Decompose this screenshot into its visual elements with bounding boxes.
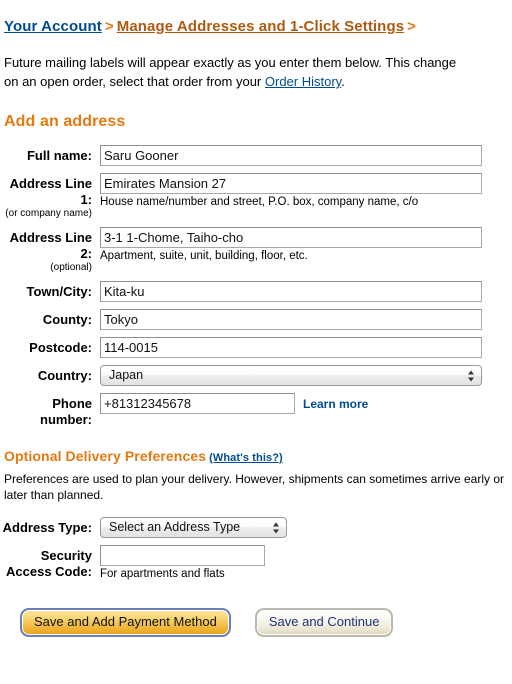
label-postcode: Postcode: <box>29 340 92 355</box>
delivery-preferences-heading: Optional Delivery Preferences (What's thi… <box>4 448 512 464</box>
full-name-input[interactable] <box>100 145 482 166</box>
field-line-full-name <box>100 145 512 166</box>
phone-number-input[interactable] <box>100 393 295 414</box>
delivery-preferences-note: Preferences are used to plan your delive… <box>4 472 504 502</box>
form-row-county: County: <box>0 309 512 330</box>
intro-paragraph: Future mailing labels will appear exactl… <box>4 53 512 91</box>
field-address-line-1: House name/number and street, P.O. box, … <box>100 173 512 210</box>
address-line-2-input[interactable] <box>100 227 482 248</box>
form-row-town-city: Town/City: <box>0 281 512 302</box>
label-address-type: Address Type: <box>2 520 92 535</box>
field-security-access-code: For apartments and flats <box>100 545 512 582</box>
learn-more-link[interactable]: Learn more <box>303 397 368 411</box>
field-line-address-line-2 <box>100 227 512 248</box>
order-history-link[interactable]: Order History <box>265 74 341 89</box>
save-and-continue-button[interactable]: Save and Continue <box>254 608 394 637</box>
field-country: Japan <box>100 365 512 386</box>
field-phone-number: Learn more <box>100 393 512 414</box>
label-address-line-1: Address Line 1: (or company name) <box>0 173 100 220</box>
page-title: Add an address <box>4 113 126 130</box>
security-access-code-input[interactable] <box>100 545 265 566</box>
field-town-city <box>100 281 512 302</box>
field-line-town-city <box>100 281 512 302</box>
label-country: Country: <box>37 368 92 383</box>
intro-line-1: Future mailing labels will appear exactl… <box>4 55 457 70</box>
label-county: County: <box>42 312 92 327</box>
country-select-value: Japan <box>109 368 144 382</box>
field-county <box>100 309 512 330</box>
delivery-preferences-heading-text: Optional Delivery Preferences <box>4 448 207 464</box>
form-row-country: Country: Japan <box>0 365 512 386</box>
hint-address-line-2: Apartment, suite, unit, building, floor,… <box>100 250 308 262</box>
form-row-address-line-2: Address Line 2: (optional) Apartment, su… <box>0 227 512 274</box>
breadcrumb-separator-2: > <box>407 18 417 35</box>
label-full-name: Full name: <box>26 148 92 163</box>
form-actions: Save and Add Payment Method Save and Con… <box>20 608 512 637</box>
form-row-address-line-1: Address Line 1: (or company name) House … <box>0 173 512 220</box>
save-and-add-payment-method-button[interactable]: Save and Add Payment Method <box>20 608 231 637</box>
breadcrumb-link-manage-addresses[interactable]: Manage Addresses and 1-Click Settings <box>117 18 404 35</box>
chevron-up-down-icon <box>468 369 475 382</box>
label-address-line-2-text: Address Line 2: <box>9 230 92 261</box>
address-type-select-value: Select an Address Type <box>109 520 241 534</box>
field-line-address-line-1 <box>100 173 512 194</box>
field-line-county <box>100 309 512 330</box>
county-input[interactable] <box>100 309 482 330</box>
field-line-postcode <box>100 337 512 358</box>
label-phone-number: Phone number: <box>40 396 92 427</box>
town-city-input[interactable] <box>100 281 482 302</box>
label-security-access-code: Security Access Code: <box>6 548 92 579</box>
label-address-line-2: Address Line 2: (optional) <box>0 227 100 274</box>
address-type-select[interactable]: Select an Address Type <box>100 517 287 538</box>
page-container: Your Account > Manage Addresses and 1-Clic… <box>0 0 512 637</box>
form-row-address-type: Address Type: Select an Address Type <box>0 517 512 538</box>
label-address-line-1-sub: (or company name) <box>5 208 92 219</box>
form-row-phone-number: Phone number: Learn more <box>0 393 512 428</box>
form-row-security-access-code: Security Access Code: For apartments and… <box>0 545 512 582</box>
field-line-country: Japan <box>100 365 512 386</box>
form-row-postcode: Postcode: <box>0 337 512 358</box>
field-line-phone-number: Learn more <box>100 393 512 414</box>
breadcrumb-separator-1: > <box>104 18 114 35</box>
label-address-line-2-sub: (optional) <box>50 262 92 273</box>
intro-line-2-after: . <box>341 74 345 89</box>
address-line-1-input[interactable] <box>100 173 482 194</box>
label-town-city: Town/City: <box>26 284 92 299</box>
label-address-line-1-text: Address Line 1: <box>9 176 92 207</box>
field-address-type: Select an Address Type <box>100 517 512 538</box>
field-line-address-type: Select an Address Type <box>100 517 512 538</box>
breadcrumb: Your Account > Manage Addresses and 1-Clic… <box>0 0 512 35</box>
postcode-input[interactable] <box>100 337 482 358</box>
hint-address-line-1: House name/number and street, P.O. box, … <box>100 196 419 208</box>
breadcrumb-link-your-account[interactable]: Your Account <box>4 18 102 35</box>
field-full-name <box>100 145 512 166</box>
hint-security-access-code: For apartments and flats <box>100 568 225 580</box>
field-address-line-2: Apartment, suite, unit, building, floor,… <box>100 227 512 264</box>
field-line-security-access-code <box>100 545 512 566</box>
intro-line-2: on an open order, select that order from… <box>4 72 512 91</box>
add-address-form: Full name: Address Line 1: (or company n… <box>0 145 512 428</box>
form-row-full-name: Full name: <box>0 145 512 166</box>
chevron-up-down-icon <box>273 521 280 534</box>
delivery-preferences-form: Address Type: Select an Address Type Sec… <box>0 517 512 582</box>
field-postcode <box>100 337 512 358</box>
whats-this-link[interactable]: (What's this?) <box>209 452 283 464</box>
country-select[interactable]: Japan <box>100 365 482 386</box>
intro-line-2-before: on an open order, select that order from… <box>4 74 265 89</box>
